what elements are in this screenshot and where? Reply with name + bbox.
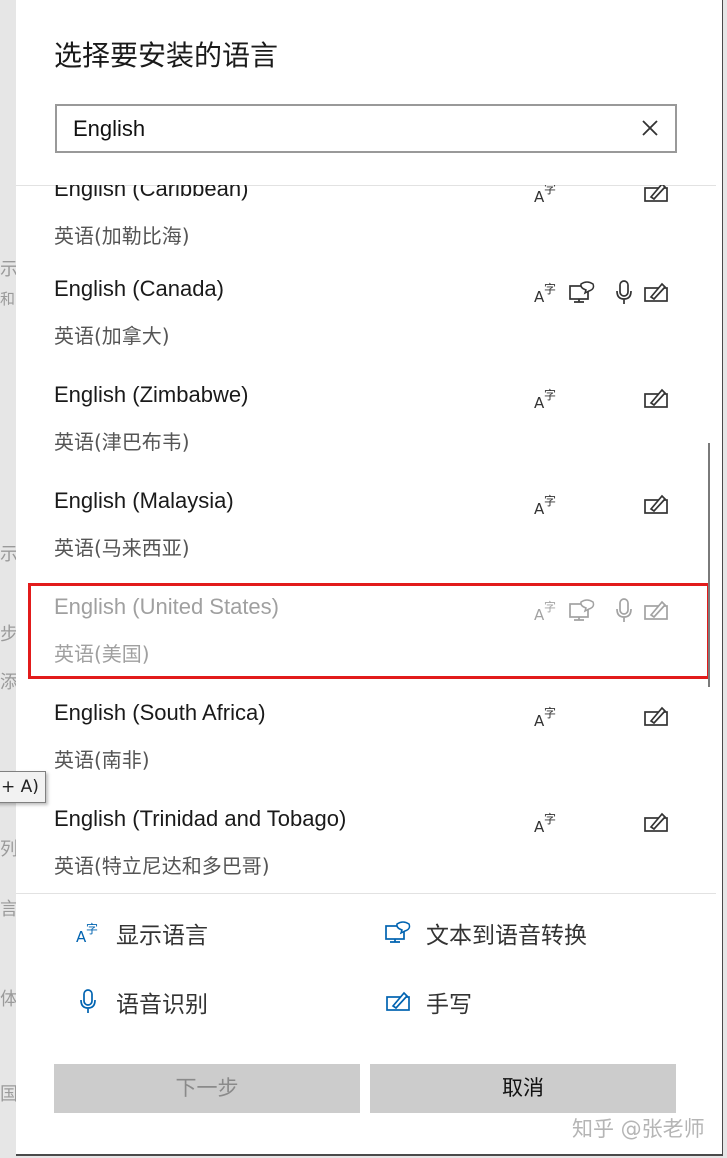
cancel-button[interactable]: 取消 — [370, 1064, 676, 1113]
legend-label: 文本到语音转换 — [426, 923, 587, 949]
language-list[interactable]: English (Caribbean) 英语(加勒比海) A字 English … — [16, 185, 716, 893]
legend-label: 语音识别 — [116, 992, 208, 1018]
svg-text:字: 字 — [544, 599, 556, 614]
handwriting-icon — [644, 706, 668, 726]
list-item[interactable]: English (Trinidad and Tobago) 英语(特立尼达和多巴… — [16, 806, 716, 893]
list-item[interactable]: English (Canada) 英语(加拿大) A字 — [16, 276, 716, 382]
dialog-title: 选择要安装的语言 — [54, 39, 279, 72]
language-native-name: 英语(加拿大) — [54, 324, 170, 348]
divider — [16, 893, 716, 894]
text-to-speech-icon — [385, 921, 411, 943]
handwriting-icon — [644, 185, 668, 202]
svg-text:字: 字 — [544, 281, 556, 296]
microphone-icon — [616, 280, 632, 304]
language-name: English (United States) — [54, 594, 279, 619]
display-language-icon: A字 — [76, 921, 98, 946]
svg-text:字: 字 — [544, 493, 556, 508]
background-text: 和 — [0, 290, 16, 308]
display-language-icon: A字 — [534, 281, 556, 306]
handwriting-icon — [644, 494, 668, 514]
handwriting-icon — [644, 282, 668, 302]
language-name: English (Trinidad and Tobago) — [54, 806, 347, 831]
language-native-name: 英语(马来西亚) — [54, 536, 190, 560]
display-language-icon: A字 — [534, 599, 556, 624]
list-item[interactable]: English (Malaysia) 英语(马来西亚) A字 — [16, 488, 716, 594]
language-native-name: 英语(加勒比海) — [54, 224, 190, 248]
language-name: English (Canada) — [54, 276, 224, 301]
legend-label: 显示语言 — [116, 923, 208, 949]
handwriting-icon — [644, 600, 668, 620]
handwriting-icon — [644, 388, 668, 408]
list-item[interactable]: English (Zimbabwe) 英语(津巴布韦) A字 — [16, 382, 716, 488]
language-name: English (Zimbabwe) — [54, 382, 249, 407]
watermark: 知乎 @张老师 — [572, 1117, 705, 1141]
handwriting-icon — [644, 812, 668, 832]
svg-text:字: 字 — [544, 705, 556, 720]
search-box — [55, 104, 677, 153]
microphone-icon — [80, 989, 96, 1013]
language-native-name: 英语(津巴布韦) — [54, 430, 190, 454]
language-native-name: 英语(特立尼达和多巴哥) — [54, 854, 270, 878]
display-language-icon: A字 — [534, 387, 556, 412]
display-language-icon: A字 — [534, 185, 556, 206]
clear-icon[interactable] — [635, 113, 665, 143]
display-language-icon: A字 — [534, 493, 556, 518]
svg-text:字: 字 — [544, 185, 556, 196]
display-language-icon: A字 — [534, 811, 556, 836]
legend-label: 手写 — [426, 992, 472, 1018]
language-name: English (South Africa) — [54, 700, 266, 725]
language-native-name: 英语(美国) — [54, 642, 150, 666]
search-input[interactable] — [73, 115, 613, 143]
language-name: English (Malaysia) — [54, 488, 234, 513]
next-button[interactable]: 下一步 — [54, 1064, 360, 1113]
svg-text:字: 字 — [86, 921, 98, 936]
list-item-selected[interactable]: English (United States) 英语(美国) A字 — [16, 594, 716, 700]
language-install-dialog: 选择要安装的语言 English (Caribbean) 英语(加勒比海) A字… — [16, 0, 723, 1156]
scrollbar-thumb[interactable] — [708, 443, 710, 687]
handwriting-icon — [386, 991, 410, 1011]
svg-text:字: 字 — [544, 811, 556, 826]
text-to-speech-icon — [569, 281, 595, 303]
language-native-name: 英语(南非) — [54, 748, 150, 772]
list-item[interactable]: English (South Africa) 英语(南非) A字 — [16, 700, 716, 806]
language-name: English (Caribbean) — [54, 185, 249, 201]
text-to-speech-icon — [569, 599, 595, 621]
microphone-icon — [616, 598, 632, 622]
scrollbar[interactable] — [706, 185, 712, 893]
tooltip: + A) — [0, 771, 46, 803]
display-language-icon: A字 — [534, 705, 556, 730]
list-item[interactable]: English (Caribbean) 英语(加勒比海) A字 — [16, 185, 716, 282]
svg-text:字: 字 — [544, 387, 556, 402]
